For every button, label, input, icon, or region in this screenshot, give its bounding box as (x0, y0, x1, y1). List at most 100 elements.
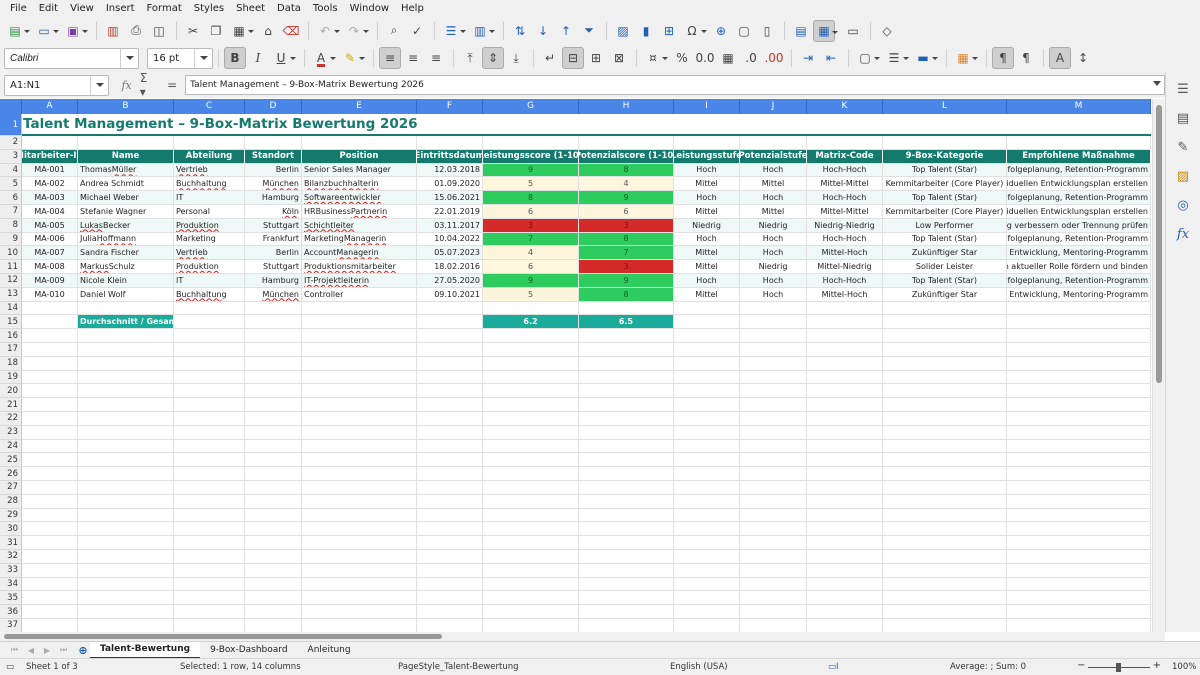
row-header[interactable]: 7 (0, 205, 22, 219)
cell[interactable]: Top Talent (Star) (883, 191, 1007, 205)
cell[interactable]: Gezielte Entwicklung, Mentoring-Programm (1007, 246, 1151, 261)
cell[interactable] (579, 329, 674, 343)
text-direction-horizontal-icon[interactable]: A (1049, 47, 1071, 69)
row-header[interactable]: 32 (0, 550, 22, 564)
cell[interactable] (245, 439, 302, 454)
cell[interactable] (483, 398, 579, 412)
next-sheet-icon[interactable]: ▶ (44, 646, 50, 655)
cell[interactable] (174, 577, 245, 592)
cell[interactable] (579, 384, 674, 399)
menu-icon[interactable]: ☰ (1172, 78, 1194, 100)
cell[interactable]: Produktion (174, 218, 245, 233)
row-header[interactable]: 35 (0, 591, 22, 606)
cell[interactable] (807, 425, 883, 440)
expand-formula-bar-icon[interactable] (1153, 81, 1161, 86)
cell[interactable] (1007, 481, 1151, 495)
cell[interactable] (1007, 343, 1151, 357)
cell[interactable] (174, 425, 245, 440)
cell[interactable]: Mittel (674, 246, 740, 261)
cell[interactable] (22, 550, 78, 564)
cell[interactable] (78, 494, 174, 509)
row-header[interactable]: 23 (0, 425, 22, 440)
cell[interactable] (483, 508, 579, 523)
cell[interactable] (1007, 384, 1151, 399)
cell[interactable]: Julia Hoffmann (78, 232, 174, 247)
cell[interactable] (883, 453, 1007, 468)
cell[interactable]: 7 (483, 232, 579, 247)
column-header-k[interactable]: K (807, 99, 883, 114)
column-header-i[interactable]: I (674, 99, 740, 114)
cell[interactable]: Mitarbeiter-ID (22, 149, 78, 164)
cell[interactable]: IT-Projektleiterin (302, 274, 417, 288)
cell[interactable]: Mittel (740, 177, 807, 192)
cell[interactable] (1007, 494, 1151, 509)
cell[interactable]: IT (174, 191, 245, 205)
cell[interactable]: Eintrittsdatum (417, 149, 483, 164)
date-format-icon[interactable]: ▦ (717, 47, 739, 69)
cell[interactable]: 6 (483, 205, 579, 219)
font-name-box[interactable]: Calibri (4, 47, 139, 69)
cell[interactable] (1007, 550, 1151, 564)
autofilter-icon[interactable]: ⏷ (578, 20, 600, 42)
cell[interactable] (174, 563, 245, 578)
sort-ascending-icon[interactable]: ↓ (532, 20, 554, 42)
row-header[interactable]: 22 (0, 412, 22, 426)
cell[interactable]: Hoch (740, 246, 807, 261)
cell[interactable] (174, 550, 245, 564)
cell[interactable] (807, 550, 883, 564)
cell[interactable]: Personal (174, 205, 245, 219)
cell[interactable]: Individuellen Entwicklungsplan erstellen (1007, 205, 1151, 219)
cell[interactable]: Hoch (674, 191, 740, 205)
cell[interactable] (174, 494, 245, 509)
cell[interactable]: Mittel-Niedrig (807, 260, 883, 274)
cell[interactable] (483, 619, 579, 632)
cell[interactable] (807, 563, 883, 578)
functions-icon[interactable]: fx (1172, 223, 1194, 245)
cell[interactable]: Berlin (245, 163, 302, 178)
cell[interactable] (883, 398, 1007, 412)
cell[interactable]: 8 (579, 163, 674, 178)
sheet-tab-1[interactable]: Talent-Bewertung (90, 641, 201, 659)
cell[interactable] (483, 301, 579, 316)
sort-icon[interactable]: ⇅ (509, 20, 531, 42)
cell[interactable] (302, 550, 417, 564)
cell[interactable] (245, 619, 302, 632)
column-header-b[interactable]: B (78, 99, 174, 114)
language[interactable]: English (USA) (670, 662, 728, 672)
cell[interactable]: 10.04.2022 (417, 232, 483, 247)
formula-icon[interactable]: = (167, 78, 177, 92)
cell[interactable]: Hoch (674, 232, 740, 247)
cell[interactable]: Solider Leister (883, 260, 1007, 274)
menu-item-view[interactable]: View (64, 3, 100, 14)
cell[interactable] (417, 370, 483, 385)
cell[interactable]: 12.03.2018 (417, 163, 483, 178)
cell[interactable] (245, 329, 302, 343)
horizontal-scrollbar[interactable] (0, 632, 1165, 641)
menu-item-help[interactable]: Help (395, 3, 430, 14)
cell[interactable]: Mittel-Mittel (807, 177, 883, 192)
cell[interactable] (807, 398, 883, 412)
cell[interactable] (740, 425, 807, 440)
cell[interactable]: Stuttgart (245, 260, 302, 274)
cell[interactable] (78, 619, 174, 632)
zoom-level[interactable]: 100% (1172, 662, 1196, 672)
cell[interactable] (302, 412, 417, 426)
cell[interactable] (174, 412, 245, 426)
cell[interactable] (78, 439, 174, 454)
cell[interactable] (740, 536, 807, 550)
cell[interactable]: Nachfolgeplanung, Retention-Programm (1007, 163, 1151, 178)
clone-formatting-icon[interactable]: ⌂ (257, 20, 279, 42)
column-header-d[interactable]: D (245, 99, 302, 114)
cell[interactable] (22, 136, 78, 150)
menu-item-format[interactable]: Format (141, 3, 188, 14)
row-header[interactable]: 3 (0, 149, 22, 164)
cell[interactable] (174, 453, 245, 468)
first-sheet-icon[interactable]: ⏮ (11, 645, 18, 655)
cell[interactable] (740, 384, 807, 399)
cell[interactable] (883, 467, 1007, 481)
cell[interactable] (245, 605, 302, 619)
cell[interactable]: 6 (579, 205, 674, 219)
cell[interactable] (245, 412, 302, 426)
cell[interactable] (807, 356, 883, 371)
cell[interactable] (883, 536, 1007, 550)
